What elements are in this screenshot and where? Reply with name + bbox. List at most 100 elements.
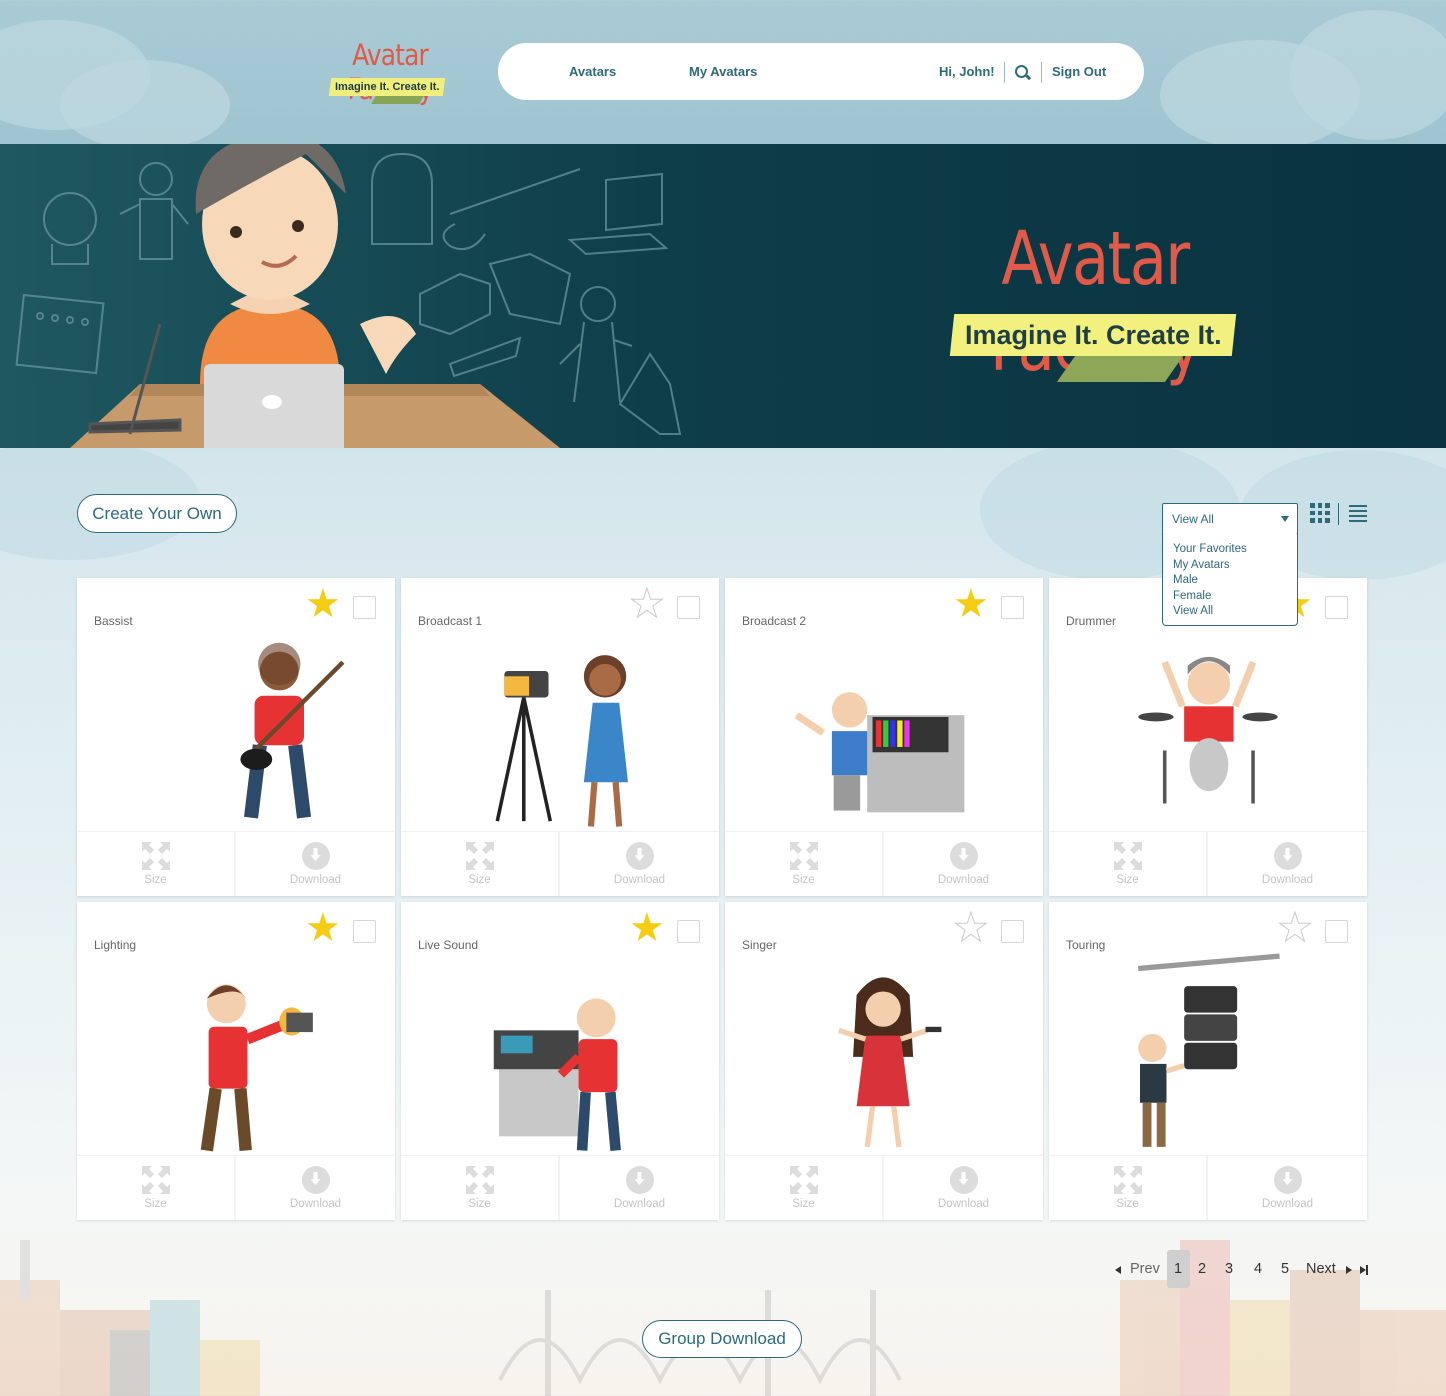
size-label: Size bbox=[144, 874, 167, 886]
user-greeting[interactable]: Hi, John! bbox=[939, 43, 995, 100]
next-arrow-icon bbox=[1346, 1266, 1352, 1274]
download-label: Download bbox=[1261, 1198, 1314, 1210]
site-logo[interactable]: Avatar Factory Imagine It. Create It. bbox=[300, 38, 480, 112]
pagination-prev[interactable]: Prev bbox=[1130, 1250, 1160, 1288]
download-icon bbox=[1273, 1166, 1302, 1194]
pagination-next[interactable]: Next bbox=[1306, 1250, 1336, 1288]
avatar-card[interactable]: Bassist ★ Size Download bbox=[77, 578, 395, 896]
avatar-illustration bbox=[240, 642, 345, 819]
avatar-card[interactable]: Singer ★ Size Download bbox=[725, 902, 1043, 1220]
city-skyline-decoration bbox=[0, 1240, 1446, 1396]
size-button[interactable]: Size bbox=[725, 1156, 882, 1220]
resize-icon bbox=[789, 842, 818, 870]
pagination-page[interactable]: 3 bbox=[1225, 1250, 1233, 1288]
pagination-page[interactable]: 1 bbox=[1174, 1250, 1182, 1288]
grid-view-icon[interactable] bbox=[1310, 503, 1330, 523]
download-icon bbox=[301, 842, 330, 870]
size-label: Size bbox=[1116, 1198, 1139, 1210]
size-label: Size bbox=[792, 1198, 815, 1210]
download-button[interactable]: Download bbox=[884, 832, 1043, 896]
avatar-card-actions: Size Download bbox=[401, 1155, 719, 1220]
download-button[interactable]: Download bbox=[560, 1156, 719, 1220]
select-checkbox[interactable] bbox=[677, 920, 700, 943]
download-button[interactable]: Download bbox=[236, 1156, 395, 1220]
resize-icon bbox=[1113, 1166, 1142, 1194]
pagination-page[interactable]: 2 bbox=[1198, 1250, 1206, 1288]
logo-tagline: Imagine It. Create It. bbox=[328, 78, 446, 96]
avatar-card-actions: Size Download bbox=[725, 831, 1043, 896]
filter-option[interactable]: View All bbox=[1163, 604, 1297, 620]
nav-avatars[interactable]: Avatars bbox=[569, 43, 616, 100]
download-icon bbox=[301, 1166, 330, 1194]
sign-out-link[interactable]: Sign Out bbox=[1052, 43, 1106, 100]
size-button[interactable]: Size bbox=[77, 1156, 234, 1220]
avatar-card-actions: Size Download bbox=[77, 1155, 395, 1220]
avatar-card[interactable]: Lighting ★ Size Download bbox=[77, 902, 395, 1220]
download-button[interactable]: Download bbox=[1208, 1156, 1367, 1220]
search-icon[interactable] bbox=[1015, 65, 1028, 78]
select-checkbox[interactable] bbox=[353, 920, 376, 943]
filter-option[interactable]: Male bbox=[1163, 573, 1297, 589]
download-label: Download bbox=[937, 1198, 990, 1210]
download-button[interactable]: Download bbox=[560, 832, 719, 896]
select-checkbox[interactable] bbox=[1325, 920, 1348, 943]
resize-icon bbox=[1113, 842, 1142, 870]
avatar-card[interactable]: Broadcast 2 ★ Size Download bbox=[725, 578, 1043, 896]
filter-dropdown-menu: Your Favorites My Avatars Male Female Vi… bbox=[1162, 534, 1298, 626]
download-label: Download bbox=[289, 1198, 342, 1210]
select-checkbox[interactable] bbox=[677, 596, 700, 619]
download-button[interactable]: Download bbox=[1208, 832, 1367, 896]
avatar-illustration bbox=[495, 655, 629, 827]
download-icon bbox=[625, 842, 654, 870]
download-button[interactable]: Download bbox=[236, 832, 395, 896]
size-button[interactable]: Size bbox=[77, 832, 234, 896]
size-button[interactable]: Size bbox=[725, 832, 882, 896]
download-label: Download bbox=[289, 874, 342, 886]
resize-icon bbox=[141, 1166, 170, 1194]
avatar-card[interactable]: Live Sound ★ Size Download bbox=[401, 902, 719, 1220]
nav-divider bbox=[1004, 62, 1005, 83]
filter-dropdown[interactable]: View All bbox=[1162, 503, 1298, 535]
chevron-down-icon bbox=[1281, 516, 1289, 522]
avatar-illustration bbox=[1137, 953, 1280, 1147]
filter-selected-value: View All bbox=[1172, 512, 1214, 526]
select-checkbox[interactable] bbox=[353, 596, 376, 619]
select-checkbox[interactable] bbox=[1325, 596, 1348, 619]
list-view-icon[interactable] bbox=[1349, 505, 1367, 522]
select-checkbox[interactable] bbox=[1001, 920, 1024, 943]
size-button[interactable]: Size bbox=[401, 832, 558, 896]
create-your-own-button[interactable]: Create Your Own bbox=[77, 494, 237, 533]
size-label: Size bbox=[1116, 874, 1139, 886]
filter-option[interactable]: Female bbox=[1163, 589, 1297, 605]
download-label: Download bbox=[613, 874, 666, 886]
size-label: Size bbox=[144, 1198, 167, 1210]
download-button[interactable]: Download bbox=[884, 1156, 1043, 1220]
download-icon bbox=[625, 1166, 654, 1194]
size-label: Size bbox=[468, 874, 491, 886]
avatar-illustration bbox=[794, 692, 965, 813]
pagination-page[interactable]: 4 bbox=[1254, 1250, 1262, 1288]
resize-icon bbox=[465, 1166, 494, 1194]
avatar-card[interactable]: Touring ★ Size Download bbox=[1049, 902, 1367, 1220]
download-label: Download bbox=[937, 874, 990, 886]
download-label: Download bbox=[613, 1198, 666, 1210]
avatar-card-actions: Size Download bbox=[77, 831, 395, 896]
nav-divider bbox=[1041, 62, 1042, 83]
size-button[interactable]: Size bbox=[1049, 1156, 1206, 1220]
pagination: Prev 1 2 3 4 5 Next bbox=[0, 1250, 1446, 1288]
filter-option[interactable]: Your Favorites bbox=[1163, 542, 1297, 558]
avatar-card-actions: Size Download bbox=[401, 831, 719, 896]
nav-my-avatars[interactable]: My Avatars bbox=[689, 43, 757, 100]
pagination-page[interactable]: 5 bbox=[1281, 1250, 1289, 1288]
size-button[interactable]: Size bbox=[401, 1156, 558, 1220]
size-button[interactable]: Size bbox=[1049, 832, 1206, 896]
avatar-illustration bbox=[493, 998, 621, 1151]
avatar-illustration bbox=[200, 984, 313, 1152]
filter-option[interactable]: My Avatars bbox=[1163, 558, 1297, 574]
group-download-button[interactable]: Group Download bbox=[642, 1320, 802, 1358]
avatar-card[interactable]: Broadcast 1 ★ Size Download bbox=[401, 578, 719, 896]
view-toggle-divider bbox=[1338, 503, 1339, 525]
download-icon bbox=[949, 1166, 978, 1194]
avatar-card-actions: Size Download bbox=[1049, 1155, 1367, 1220]
select-checkbox[interactable] bbox=[1001, 596, 1024, 619]
